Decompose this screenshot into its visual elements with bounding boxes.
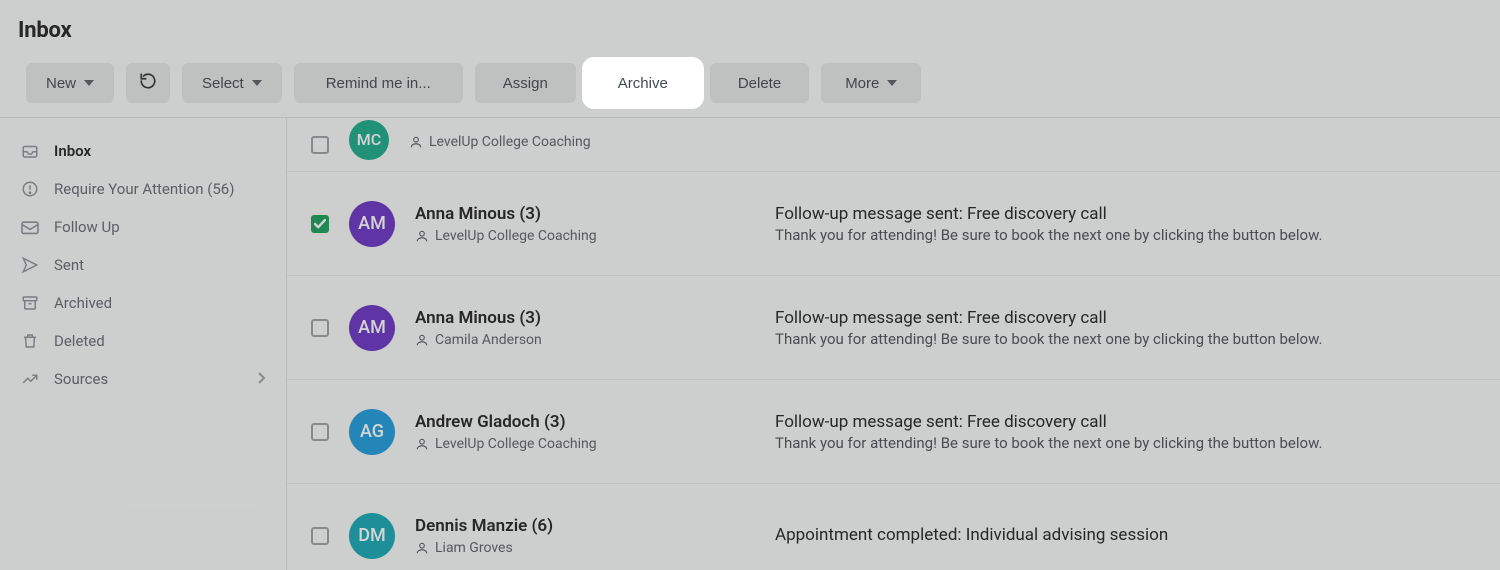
sender-column: Andrew Gladoch (3) LevelUp College Coachi… [415, 412, 755, 452]
sender-sub: LevelUp College Coaching [415, 436, 755, 452]
archive-button[interactable]: Archive [588, 63, 698, 103]
message-column: Follow-up message sent: Free discovery c… [775, 204, 1476, 244]
sender-name: Dennis Manzie (6) [415, 516, 755, 536]
followup-icon [20, 219, 40, 235]
message-preview: Thank you for attending! Be sure to book… [775, 330, 1476, 348]
message-row[interactable]: AG Andrew Gladoch (3) LevelUp College Coac… [287, 380, 1500, 484]
sidebar-item-archived[interactable]: Archived [0, 284, 286, 322]
sender-sub: LevelUp College Coaching [409, 134, 749, 150]
sidebar-item-label: Follow Up [54, 218, 266, 236]
select-button[interactable]: Select [182, 63, 282, 103]
sent-icon [20, 256, 40, 274]
attention-icon [20, 180, 40, 198]
person-icon [415, 541, 429, 555]
deleted-icon [20, 332, 40, 350]
sidebar-item-label: Deleted [54, 332, 266, 350]
row-checkbox[interactable] [311, 527, 329, 545]
message-subject: Follow-up message sent: Free discovery c… [775, 204, 1476, 224]
row-checkbox[interactable] [311, 136, 329, 154]
caret-down-icon [252, 80, 262, 86]
toolbar: New Select Remind me in... Assign Archiv… [0, 49, 1500, 117]
sender-column: LevelUp College Coaching [409, 134, 749, 150]
message-preview: Thank you for attending! Be sure to book… [775, 226, 1476, 244]
sidebar: Inbox Require Your Attention (56) Follow… [0, 118, 286, 570]
sidebar-item-label: Require Your Attention (56) [54, 180, 266, 198]
more-button[interactable]: More [821, 63, 921, 103]
message-column: Follow-up message sent: Free discovery c… [775, 412, 1476, 452]
sidebar-item-sent[interactable]: Sent [0, 246, 286, 284]
sender-name: Andrew Gladoch (3) [415, 412, 755, 432]
person-icon [415, 333, 429, 347]
refresh-icon [139, 72, 157, 94]
message-row[interactable]: MC LevelUp College Coaching [287, 118, 1500, 172]
sender-name: Anna Minous (3) [415, 308, 755, 328]
avatar: AM [349, 305, 395, 351]
sidebar-item-label: Archived [54, 294, 266, 312]
sidebar-item-followup[interactable]: Follow Up [0, 208, 286, 246]
person-icon [409, 135, 423, 149]
sender-sub: Liam Groves [415, 540, 755, 556]
more-button-label: More [845, 75, 879, 92]
sender-column: Anna Minous (3) LevelUp College Coaching [415, 204, 755, 244]
new-button-label: New [46, 75, 76, 92]
assign-button-label: Assign [503, 75, 548, 92]
row-checkbox[interactable] [311, 215, 329, 233]
refresh-button[interactable] [126, 63, 170, 103]
sidebar-item-attention[interactable]: Require Your Attention (56) [0, 170, 286, 208]
new-button[interactable]: New [26, 63, 114, 103]
sender-column: Dennis Manzie (6) Liam Groves [415, 516, 755, 556]
sender-column: Anna Minous (3) Camila Anderson [415, 308, 755, 348]
message-column: Follow-up message sent: Free discovery c… [775, 308, 1476, 348]
avatar: DM [349, 513, 395, 559]
assign-button[interactable]: Assign [475, 63, 576, 103]
message-row[interactable]: AM Anna Minous (3) Camila Anderson Follow-u… [287, 276, 1500, 380]
sidebar-item-inbox[interactable]: Inbox [0, 132, 286, 170]
person-icon [415, 437, 429, 451]
remind-button[interactable]: Remind me in... [294, 63, 463, 103]
sender-sub: LevelUp College Coaching [415, 228, 755, 244]
delete-button[interactable]: Delete [710, 63, 809, 103]
sidebar-item-label: Sources [54, 370, 244, 388]
inbox-icon [20, 142, 40, 160]
caret-down-icon [84, 80, 94, 86]
sidebar-item-deleted[interactable]: Deleted [0, 322, 286, 360]
archive-button-label: Archive [618, 75, 668, 92]
message-preview: Thank you for attending! Be sure to book… [775, 434, 1476, 452]
archived-icon [20, 294, 40, 312]
avatar: AM [349, 201, 395, 247]
select-button-label: Select [202, 75, 244, 92]
sources-icon [20, 370, 40, 388]
message-row[interactable]: DM Dennis Manzie (6) Liam Groves Appointmen… [287, 484, 1500, 570]
sender-sub: Camila Anderson [415, 332, 755, 348]
row-checkbox[interactable] [311, 423, 329, 441]
person-icon [415, 229, 429, 243]
message-list: MC LevelUp College Coaching AM Anna Minous … [286, 118, 1500, 570]
avatar: MC [349, 120, 389, 160]
sidebar-item-label: Sent [54, 256, 266, 274]
caret-down-icon [887, 80, 897, 86]
row-checkbox[interactable] [311, 319, 329, 337]
remind-button-label: Remind me in... [326, 75, 431, 92]
avatar: AG [349, 409, 395, 455]
message-subject: Appointment completed: Individual advisi… [775, 525, 1476, 545]
delete-button-label: Delete [738, 75, 781, 92]
message-column: Appointment completed: Individual advisi… [775, 525, 1476, 547]
message-row[interactable]: AM Anna Minous (3) LevelUp College Coachin… [287, 172, 1500, 276]
sidebar-item-label: Inbox [54, 142, 266, 160]
sidebar-item-sources[interactable]: Sources [0, 360, 286, 398]
message-subject: Follow-up message sent: Free discovery c… [775, 412, 1476, 432]
sender-name: Anna Minous (3) [415, 204, 755, 224]
chevron-right-icon [258, 370, 266, 388]
page-title: Inbox [18, 18, 1482, 43]
message-subject: Follow-up message sent: Free discovery c… [775, 308, 1476, 328]
